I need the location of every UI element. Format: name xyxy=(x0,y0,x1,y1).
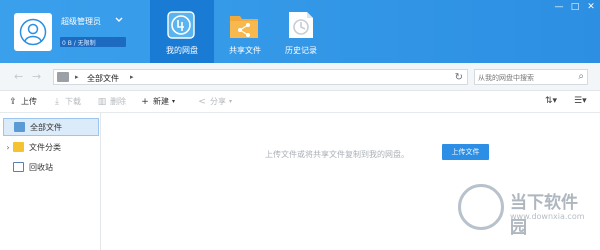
toolbar: ⇪ 上传 ⤓ 下载 ▥ 删除 + 新建 ▾ < 分享 ▾ ⇅▾ ☰▾ xyxy=(0,91,600,113)
sort-icon[interactable]: ⇅▾ xyxy=(545,96,557,106)
shared-folder-icon xyxy=(230,16,258,38)
user-icon xyxy=(19,18,47,46)
upload-file-button[interactable]: 上传文件 xyxy=(442,144,489,160)
minimize-icon[interactable]: — xyxy=(554,2,564,12)
watermark-url: www.downxia.com xyxy=(510,212,585,221)
watermark-logo-icon xyxy=(458,184,504,230)
sidebar-item-recycle-bin[interactable]: 回收站 xyxy=(3,158,99,176)
cloud-disk-icon xyxy=(167,11,195,39)
download-label: 下载 xyxy=(65,97,81,106)
sidebar-item-label: 文件分类 xyxy=(29,142,61,152)
breadcrumb-separator-icon: ▸ xyxy=(75,73,79,81)
sidebar: 全部文件 › 文件分类 回收站 xyxy=(0,113,101,250)
tab-history[interactable]: 历史记录 xyxy=(269,0,333,63)
restore-icon[interactable]: □ xyxy=(570,2,580,12)
new-label: 新建 xyxy=(153,97,169,106)
search-placeholder: 从我的网盘中搜索 xyxy=(478,74,534,82)
app-window: 超级管理员 0 B / 无限制 我的网盘 共享文件 历史记录 — □ ✕ ← →… xyxy=(0,0,600,250)
header-bar: 超级管理员 0 B / 无限制 我的网盘 共享文件 历史记录 — □ ✕ xyxy=(0,0,600,63)
delete-label: 删除 xyxy=(110,97,126,106)
computer-icon xyxy=(14,122,25,132)
folder-icon xyxy=(13,142,24,152)
window-controls: — □ ✕ xyxy=(554,2,596,12)
share-icon: < xyxy=(198,96,206,107)
breadcrumb-item[interactable]: 全部文件 xyxy=(87,73,119,84)
tab-label: 共享文件 xyxy=(229,46,261,55)
back-arrow-icon[interactable]: ← xyxy=(14,71,26,83)
tab-my-disk[interactable]: 我的网盘 xyxy=(150,0,214,63)
quota-text: 0 B / 无限制 xyxy=(62,40,96,47)
sidebar-item-label: 回收站 xyxy=(29,162,53,172)
refresh-icon[interactable]: ↻ xyxy=(455,72,463,83)
tab-label: 我的网盘 xyxy=(166,46,198,55)
forward-arrow-icon[interactable]: → xyxy=(32,71,44,83)
trash-icon: ▥ xyxy=(97,96,107,107)
watermark: 当下软件园 www.downxia.com xyxy=(458,182,588,238)
list-view-icon[interactable]: ☰▾ xyxy=(574,96,587,106)
share-button[interactable]: < 分享 ▾ xyxy=(197,96,232,107)
tab-shared-files[interactable]: 共享文件 xyxy=(213,0,277,63)
sidebar-item-categories[interactable]: › 文件分类 xyxy=(3,138,99,156)
folder-icon xyxy=(57,72,69,82)
recycle-bin-icon xyxy=(13,162,24,172)
delete-button[interactable]: ▥ 删除 xyxy=(97,96,126,107)
download-icon: ⤓ xyxy=(55,96,59,107)
new-button[interactable]: + 新建 ▾ xyxy=(140,96,175,107)
search-icon[interactable]: ⌕ xyxy=(578,71,584,82)
chevron-down-icon: ▾ xyxy=(172,98,176,105)
download-button[interactable]: ⤓ 下载 xyxy=(52,96,81,107)
tab-label: 历史记录 xyxy=(285,46,317,55)
chevron-down-icon[interactable] xyxy=(115,16,123,24)
close-icon[interactable]: ✕ xyxy=(586,2,596,12)
plus-icon: + xyxy=(141,96,149,107)
search-input[interactable]: 从我的网盘中搜索 ⌕ xyxy=(474,69,588,85)
empty-state-message: 上传文件或将共享文件复制到我的网盘。 xyxy=(265,150,409,159)
breadcrumb[interactable]: ▸ 全部文件 ▸ ↻ xyxy=(53,69,468,85)
history-icon xyxy=(289,12,313,38)
upload-icon: ⇪ xyxy=(9,96,17,107)
sidebar-item-label: 全部文件 xyxy=(30,122,62,132)
address-bar: ← → ▸ 全部文件 ▸ ↻ 从我的网盘中搜索 ⌕ xyxy=(0,63,600,91)
chevron-right-icon[interactable]: › xyxy=(3,143,13,152)
share-label: 分享 xyxy=(210,97,226,106)
upload-button[interactable]: ⇪ 上传 xyxy=(8,96,37,107)
upload-label: 上传 xyxy=(21,97,37,106)
username[interactable]: 超级管理员 xyxy=(61,16,101,27)
chevron-down-icon: ▾ xyxy=(229,98,233,105)
sidebar-item-all-files[interactable]: 全部文件 xyxy=(3,118,99,136)
breadcrumb-separator-icon: ▸ xyxy=(130,73,134,81)
avatar[interactable] xyxy=(14,13,52,51)
